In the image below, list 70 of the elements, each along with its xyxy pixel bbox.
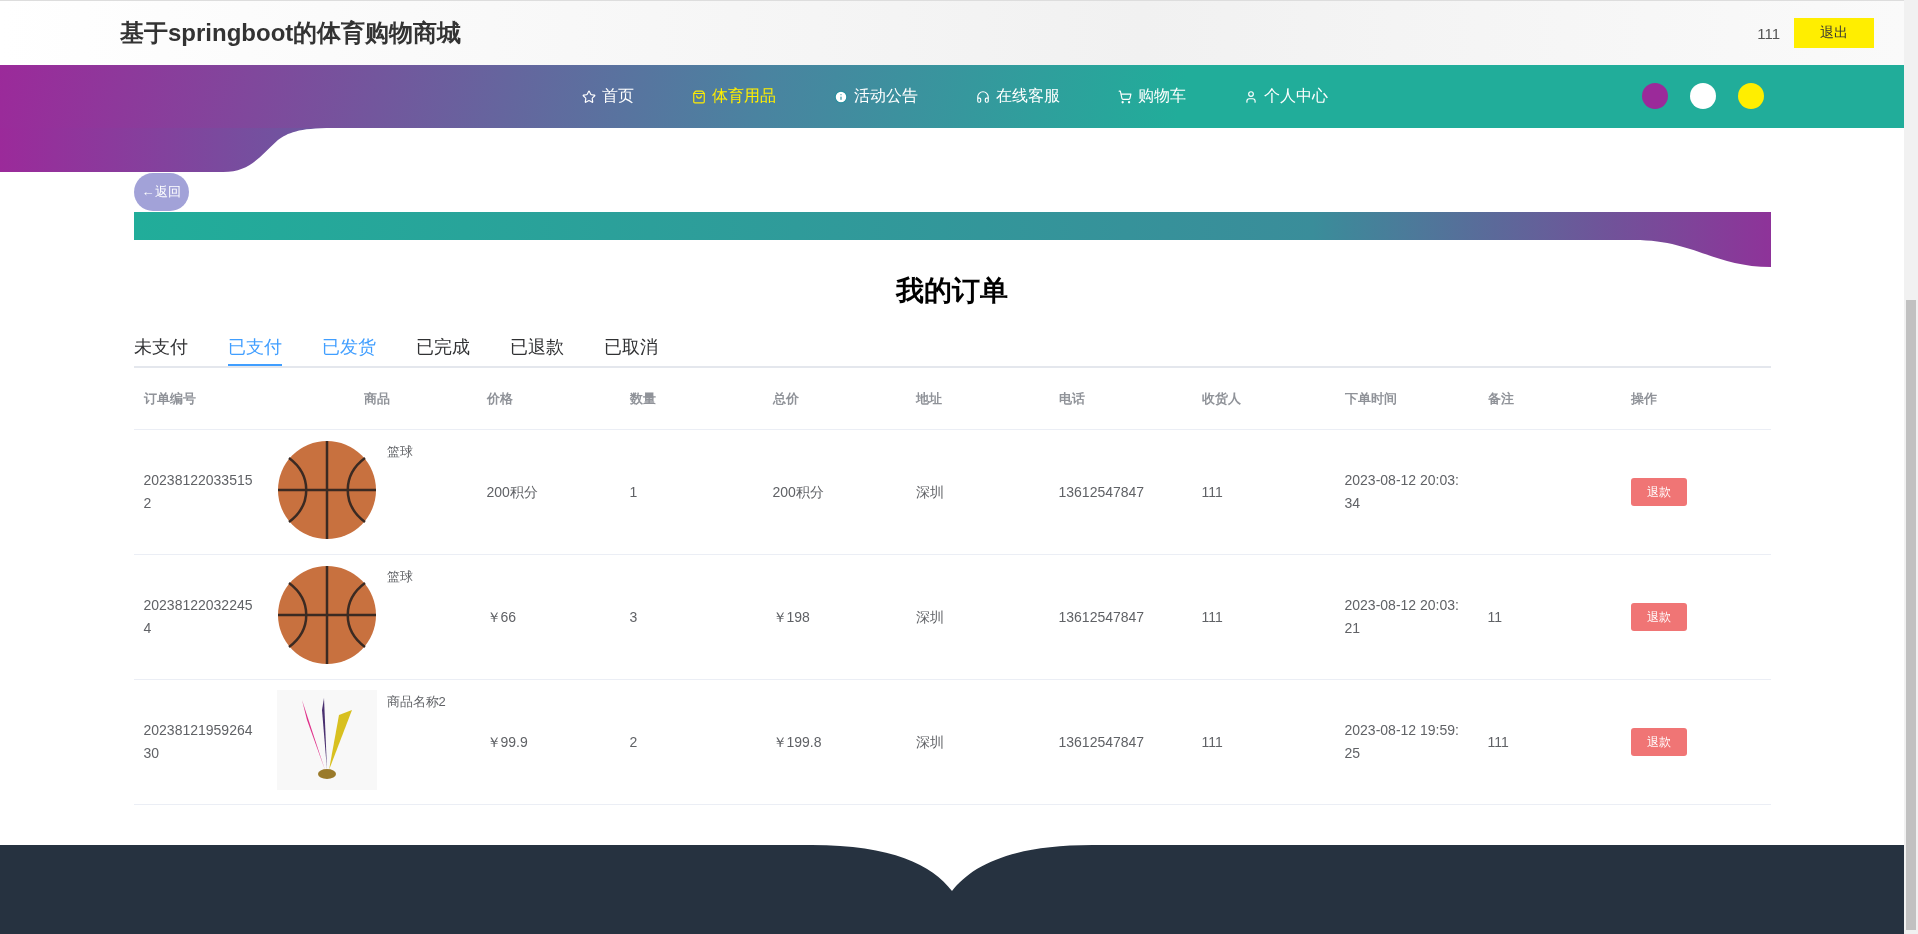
info-icon bbox=[834, 89, 848, 104]
column-header: 数量 bbox=[628, 389, 657, 408]
table-cell-text: ￥199.8 bbox=[772, 732, 822, 752]
logout-button[interactable]: 退出 bbox=[1794, 18, 1874, 48]
refund-button[interactable]: 退款 bbox=[1630, 478, 1687, 506]
table-cell-text: 2023812195926430 bbox=[143, 721, 254, 763]
nav-link[interactable]: 在线客服 bbox=[976, 86, 1060, 107]
refund-button[interactable]: 退款 bbox=[1630, 728, 1687, 756]
table-cell-text: 111 bbox=[1201, 732, 1223, 752]
table-cell-text: 13612547847 bbox=[1058, 732, 1145, 752]
site-title: 基于springboot的体育购物商城 bbox=[120, 18, 462, 48]
table-cell-text: ￥198 bbox=[772, 607, 810, 627]
column-header: 商品 bbox=[362, 389, 391, 408]
table-cell-text: 13612547847 bbox=[1058, 482, 1145, 502]
nav-link[interactable]: 购物车 bbox=[1118, 86, 1186, 107]
column-header: 订单编号 bbox=[142, 389, 197, 408]
page-title: 我的订单 bbox=[894, 274, 1009, 308]
order-status-tab[interactable]: 已发货 bbox=[321, 329, 376, 366]
column-header: 操作 bbox=[1629, 389, 1658, 408]
table-cell-text: 2023-08-12 19:59:25 bbox=[1344, 721, 1460, 763]
cart-icon bbox=[1118, 89, 1132, 104]
table-cell-text: 11 bbox=[1487, 607, 1503, 627]
table-cell-text: ￥66 bbox=[486, 607, 517, 627]
order-status-tab[interactable]: 已支付 bbox=[227, 329, 282, 366]
nav-link[interactable]: 体育用品 bbox=[692, 86, 776, 107]
table-cell-text: 2023-08-12 20:03:21 bbox=[1344, 596, 1460, 638]
product-name: 篮球 bbox=[386, 568, 413, 586]
theme-color-dot[interactable] bbox=[1690, 83, 1716, 109]
table-cell-text: 111 bbox=[1201, 607, 1223, 627]
column-header: 地址 bbox=[914, 389, 943, 408]
column-header: 电话 bbox=[1057, 389, 1086, 408]
headset-icon bbox=[976, 89, 990, 104]
table-cell-text: 111 bbox=[1487, 732, 1509, 752]
table-cell-text: 深圳 bbox=[915, 607, 944, 627]
user-icon bbox=[1244, 89, 1258, 104]
table-cell-text: 深圳 bbox=[915, 482, 944, 502]
table-cell-text: 3 bbox=[629, 607, 638, 627]
table-cell-text: 1 bbox=[629, 482, 638, 502]
table-cell-text: 13612547847 bbox=[1058, 607, 1145, 627]
table-cell-text: 202381220335152 bbox=[143, 471, 254, 513]
bag-icon bbox=[692, 89, 706, 104]
table-cell-text: 200积分 bbox=[772, 482, 824, 502]
product-name: 篮球 bbox=[386, 443, 413, 461]
column-header: 备注 bbox=[1486, 389, 1515, 408]
column-header: 总价 bbox=[771, 389, 800, 408]
table-cell-text: 深圳 bbox=[915, 732, 944, 752]
column-header: 价格 bbox=[485, 389, 514, 408]
table-cell-text: 2023-08-12 20:03:34 bbox=[1344, 471, 1460, 513]
column-header: 收货人 bbox=[1200, 389, 1242, 408]
product-name: 商品名称2 bbox=[386, 693, 446, 711]
column-header: 下单时间 bbox=[1343, 389, 1398, 408]
order-status-tab[interactable]: 已完成 bbox=[415, 329, 470, 366]
nav-link[interactable]: 活动公告 bbox=[834, 86, 918, 107]
nav-link[interactable]: 个人中心 bbox=[1244, 86, 1328, 107]
back-button[interactable]: ←返回 bbox=[133, 173, 189, 211]
scrollbar-thumb[interactable] bbox=[1906, 300, 1916, 930]
order-status-tab[interactable]: 已取消 bbox=[603, 329, 658, 366]
theme-color-dot[interactable] bbox=[1642, 83, 1668, 109]
order-status-tab[interactable]: 已退款 bbox=[509, 329, 564, 366]
star-icon bbox=[582, 89, 596, 104]
table-cell-text: 202381220322454 bbox=[143, 596, 254, 638]
username: 111 bbox=[1757, 24, 1780, 42]
nav-link[interactable]: 首页 bbox=[582, 86, 634, 107]
refund-button[interactable]: 退款 bbox=[1630, 603, 1687, 631]
theme-color-dot[interactable] bbox=[1738, 83, 1764, 109]
table-cell-text: 2 bbox=[629, 732, 638, 752]
table-cell-text: 200积分 bbox=[486, 482, 538, 502]
table-cell-text: 111 bbox=[1201, 482, 1223, 502]
table-cell-text: ￥99.9 bbox=[486, 732, 528, 752]
order-status-tab[interactable]: 未支付 bbox=[133, 329, 188, 366]
